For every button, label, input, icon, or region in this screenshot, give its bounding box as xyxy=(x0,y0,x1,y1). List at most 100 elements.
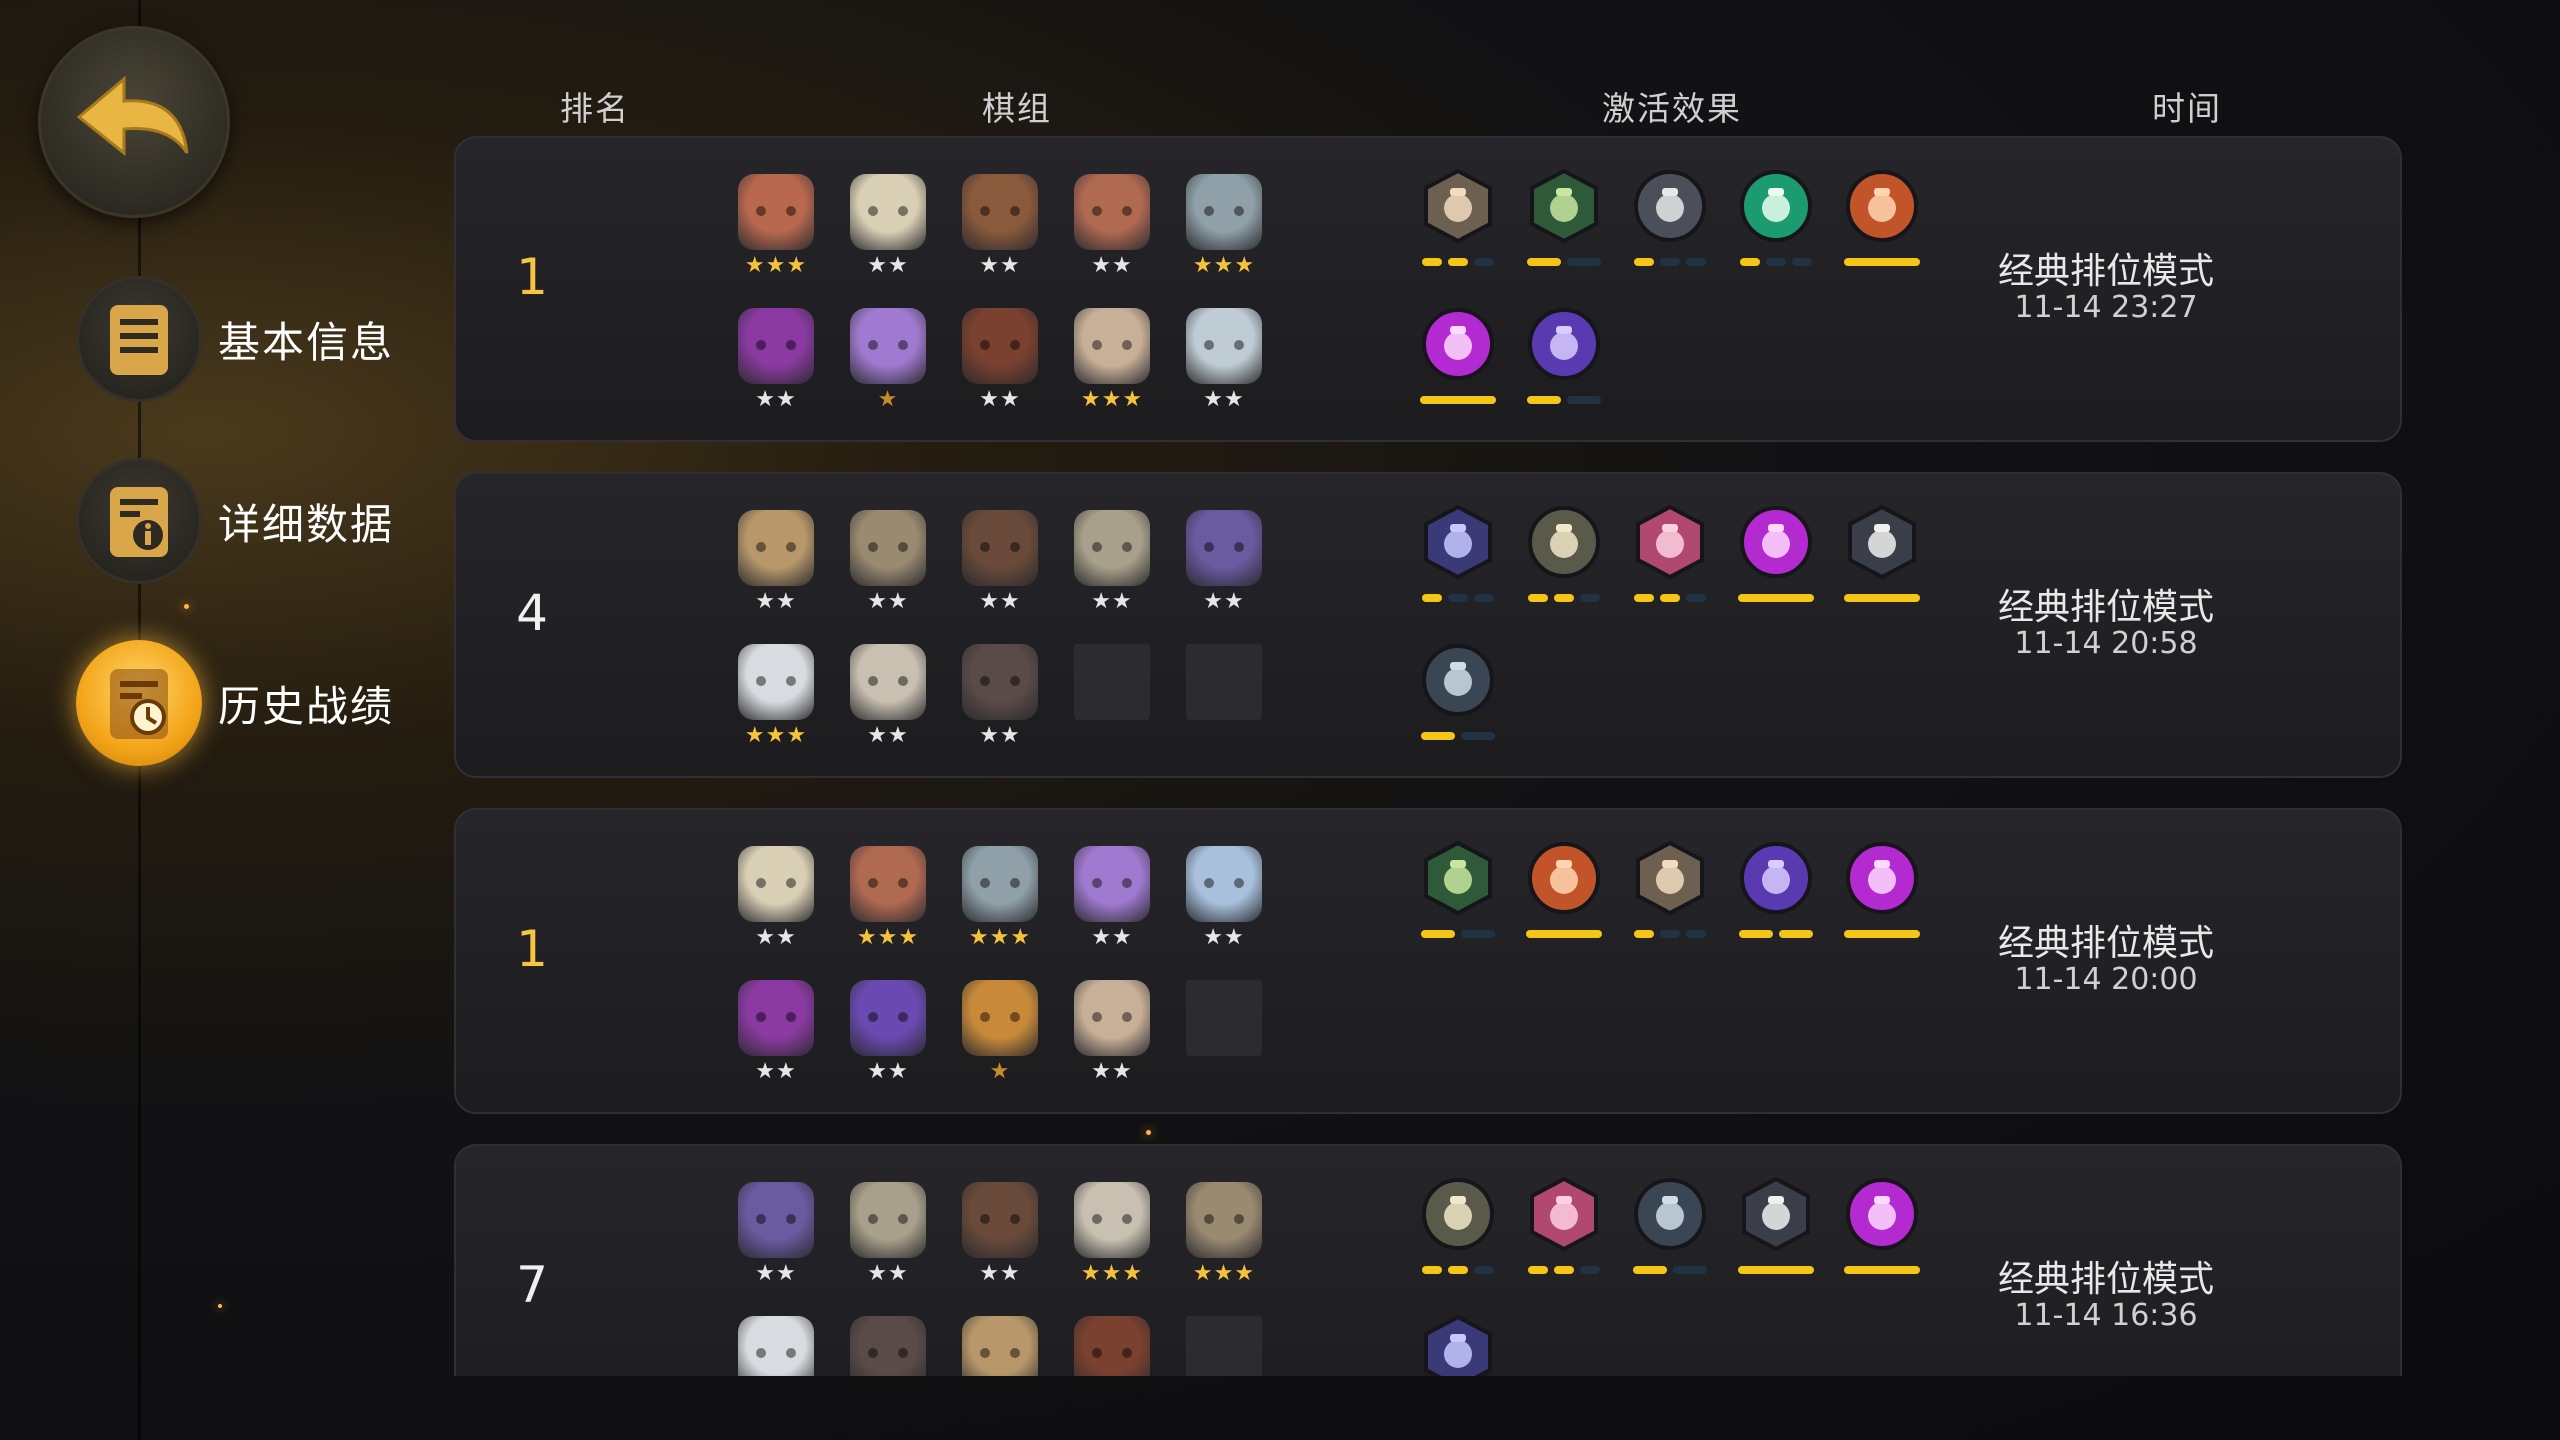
synergy-trait[interactable] xyxy=(1630,1176,1710,1286)
hero-slot[interactable]: ★★ xyxy=(1184,308,1264,418)
empty-slot-placeholder xyxy=(1186,1316,1262,1376)
synergy-trait[interactable] xyxy=(1418,168,1498,278)
bat-demon-hero-icon xyxy=(1186,510,1262,586)
hero-slot[interactable]: ★★ xyxy=(960,644,1040,754)
hero-slot[interactable]: ★★ xyxy=(960,308,1040,418)
hero-slot[interactable]: ★★ xyxy=(1184,510,1264,620)
hero-slot[interactable]: ★★ xyxy=(736,510,816,620)
hero-slot[interactable] xyxy=(1072,1316,1152,1376)
synergy-trait[interactable] xyxy=(1736,168,1816,278)
hero-star-rating: ★★ xyxy=(1091,589,1133,614)
back-button[interactable] xyxy=(38,26,230,218)
nav-detailed-data[interactable]: 详细数据 xyxy=(76,458,394,584)
synergy-progress xyxy=(1736,258,1816,266)
purple-hood-hero-icon xyxy=(1074,846,1150,922)
hero-slot[interactable]: ★★ xyxy=(1072,980,1152,1090)
hero-slot[interactable]: ★★★ xyxy=(1184,1182,1264,1292)
synergy-trait[interactable] xyxy=(1418,840,1498,950)
synergy-segment-active xyxy=(1740,258,1760,266)
hero-slot[interactable]: ★★ xyxy=(848,980,928,1090)
hero-slot[interactable]: ★★ xyxy=(1184,846,1264,956)
synergy-trait[interactable] xyxy=(1524,168,1604,278)
synergy-trait[interactable] xyxy=(1630,840,1710,950)
synergy-segment-active xyxy=(1526,930,1602,938)
synergy-trait[interactable] xyxy=(1630,168,1710,278)
hero-slot[interactable]: ★ xyxy=(960,980,1040,1090)
hero-slot[interactable]: ★★ xyxy=(848,1182,928,1292)
synergy-progress xyxy=(1418,258,1498,266)
hero-slot[interactable]: ★★ xyxy=(736,308,816,418)
swirl-trait-icon xyxy=(1420,642,1496,718)
synergy-segment-inactive xyxy=(1686,258,1706,266)
match-row[interactable]: 7 ★★ ★★ ★★ ★★★ ★★★ 经典排位模式 11-14 16:36 xyxy=(454,1144,2402,1376)
synergy-trait[interactable] xyxy=(1842,840,1922,950)
match-row[interactable]: 4 ★★ ★★ ★★ ★★ ★★ ★★★ ★★ ★★ 经典排位模式 11-14 20:58 xyxy=(454,472,2402,778)
hero-slot[interactable] xyxy=(960,1316,1040,1376)
synergy-trait[interactable] xyxy=(1630,504,1710,614)
sheep-horn-hero-icon xyxy=(738,1316,814,1376)
hero-star-rating: ★★★ xyxy=(744,253,808,278)
synergy-trait[interactable] xyxy=(1736,840,1816,950)
nav-match-history[interactable]: 历史战绩 xyxy=(76,640,394,766)
hero-slot[interactable]: ★★★ xyxy=(736,174,816,284)
ghost-hero-icon xyxy=(1186,846,1262,922)
match-row[interactable]: 1 ★★★ ★★ ★★ ★★ ★★★ ★★ ★ ★★ ★★★ ★★ 经典排位模式 11-14 23:27 xyxy=(454,136,2402,442)
hero-slot[interactable]: ★ xyxy=(848,308,928,418)
hero-slot[interactable]: ★★ xyxy=(848,510,928,620)
hero-slot[interactable]: ★★★ xyxy=(1184,174,1264,284)
synergy-trait[interactable] xyxy=(1842,504,1922,614)
synergy-segment-inactive xyxy=(1448,594,1468,602)
nav-detailed-data-label: 详细数据 xyxy=(218,499,395,549)
nav-basic-info[interactable]: 基本信息 xyxy=(76,276,394,402)
empty-hero-slot xyxy=(1184,1316,1264,1376)
hero-slot[interactable] xyxy=(736,1316,816,1376)
goblin-trait-icon xyxy=(1526,504,1602,580)
synergy-segment-active xyxy=(1779,930,1813,938)
dark-hair-hero-icon xyxy=(850,1316,926,1376)
hero-slot[interactable]: ★★ xyxy=(960,1182,1040,1292)
hero-slot[interactable]: ★★ xyxy=(960,510,1040,620)
synergy-trait[interactable] xyxy=(1418,306,1498,416)
hero-slot[interactable]: ★★ xyxy=(848,644,928,754)
match-history-list[interactable]: 1 ★★★ ★★ ★★ ★★ ★★★ ★★ ★ ★★ ★★★ ★★ 经典排位模式 11-14 23:27… xyxy=(454,136,2406,1376)
boar-hero-icon xyxy=(962,174,1038,250)
hero-slot[interactable]: ★★ xyxy=(736,980,816,1090)
synergy-trait[interactable] xyxy=(1524,840,1604,950)
hero-slot[interactable]: ★★ xyxy=(848,174,928,284)
match-row[interactable]: 1 ★★ ★★★ ★★★ ★★ ★★ ★★ ★★ ★ ★★ 经典排位模式 11-14 20:00 xyxy=(454,808,2402,1114)
white-hood-hero-icon xyxy=(850,174,926,250)
synergy-segment-inactive xyxy=(1673,1266,1707,1274)
hero-slot[interactable]: ★★★ xyxy=(1072,308,1152,418)
hero-slot[interactable]: ★★★ xyxy=(1072,1182,1152,1292)
hero-slot[interactable]: ★★★ xyxy=(736,644,816,754)
hero-slot[interactable]: ★★ xyxy=(1072,510,1152,620)
hero-slot[interactable]: ★★ xyxy=(736,1182,816,1292)
red-cap-dwarf-hero-icon xyxy=(962,308,1038,384)
hero-slot[interactable]: ★★ xyxy=(960,174,1040,284)
synergy-trait[interactable] xyxy=(1524,504,1604,614)
white-haired-hero-icon xyxy=(1186,308,1262,384)
fish-naga-trait-icon xyxy=(1526,306,1602,382)
ambient-spark xyxy=(218,1304,222,1308)
hero-slot[interactable]: ★★★ xyxy=(960,846,1040,956)
hero-slot[interactable]: ★★ xyxy=(736,846,816,956)
synergy-segment-inactive xyxy=(1660,930,1680,938)
synergy-trait[interactable] xyxy=(1418,1314,1498,1376)
synergy-trait[interactable] xyxy=(1418,504,1498,614)
hero-slot[interactable]: ★★★ xyxy=(848,846,928,956)
synergy-trait[interactable] xyxy=(1418,1176,1498,1286)
synergy-trait[interactable] xyxy=(1842,1176,1922,1286)
hero-slot[interactable]: ★★ xyxy=(1072,174,1152,284)
synergy-trait[interactable] xyxy=(1842,168,1922,278)
synergy-segment-active xyxy=(1844,1266,1920,1274)
synergy-trait[interactable] xyxy=(1524,1176,1604,1286)
horned-demon-hero-icon xyxy=(738,980,814,1056)
synergy-trait[interactable] xyxy=(1736,504,1816,614)
hero-slot[interactable]: ★★ xyxy=(1072,846,1152,956)
synergy-trait[interactable] xyxy=(1736,1176,1816,1286)
hero-star-rating: ★★ xyxy=(1091,253,1133,278)
synergy-trait[interactable] xyxy=(1418,642,1498,752)
hero-slot[interactable] xyxy=(848,1316,928,1376)
hero-star-rating: ★★ xyxy=(1203,925,1245,950)
synergy-trait[interactable] xyxy=(1524,306,1604,416)
